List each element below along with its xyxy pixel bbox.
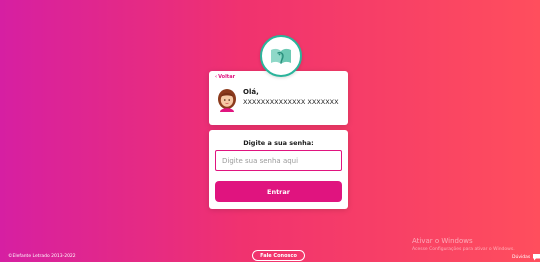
user-card: ‹ Voltar Olá, XXXXXXXXXXXXXX XXXXXXX — [209, 71, 348, 125]
copyright-text: ©Elefante Letrado 2013-2022 — [8, 254, 76, 259]
girl-avatar-icon — [218, 89, 236, 112]
book-logo-icon — [271, 48, 291, 64]
elefante-letrado-logo — [260, 35, 302, 77]
contact-button[interactable]: Fale Conosco — [252, 250, 305, 261]
password-prompt: Digite a sua senha: — [243, 139, 314, 147]
greeting-text: Olá, — [243, 88, 259, 96]
chevron-left-icon: ‹ — [215, 74, 218, 80]
windows-activation-watermark: Ativar o Windows Acesse Configurações pa… — [412, 237, 515, 252]
avatar — [217, 88, 237, 112]
back-link[interactable]: ‹ Voltar — [215, 74, 235, 80]
password-card: Digite a sua senha: Entrar — [209, 130, 348, 209]
back-label: Voltar — [218, 74, 236, 80]
watermark-title: Ativar o Windows — [412, 237, 473, 245]
username-text: XXXXXXXXXXXXXX XXXXXXX — [243, 98, 339, 106]
chat-bubble-icon — [533, 254, 540, 261]
watermark-subtitle: Acesse Configurações para ativar o Windo… — [412, 247, 515, 252]
help-label: Dúvidas — [512, 254, 531, 260]
help-widget[interactable]: Dúvidas — [512, 253, 540, 261]
enter-button[interactable]: Entrar — [215, 181, 342, 202]
password-input[interactable] — [215, 150, 342, 171]
